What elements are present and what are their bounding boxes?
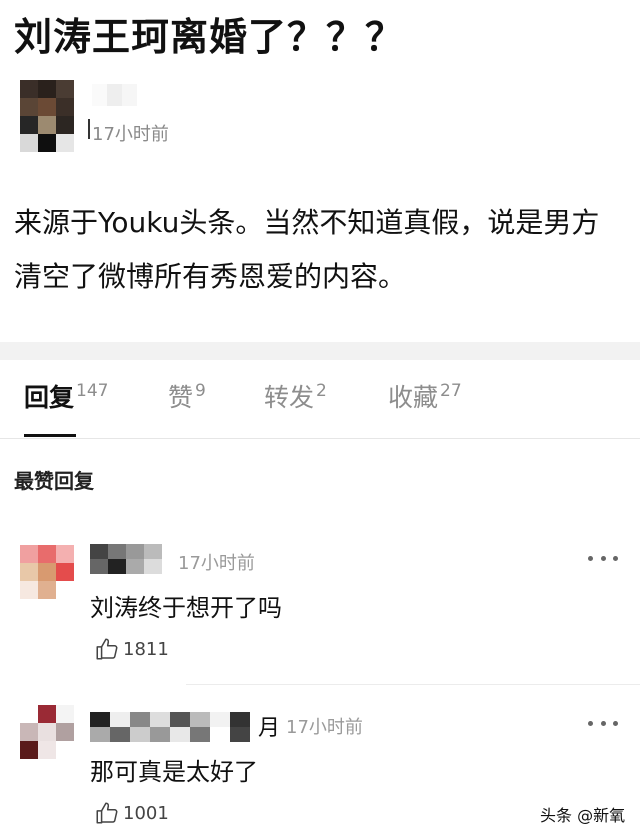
comment-text: 那可真是太好了 — [90, 758, 258, 786]
tab-label: 收藏 — [388, 383, 439, 412]
watermark: 头条 @新氧 — [540, 806, 626, 825]
like-button[interactable]: 1001 — [94, 800, 169, 826]
tab-reposts[interactable]: 转发 2 — [264, 378, 327, 414]
more-dots-icon[interactable] — [588, 553, 618, 563]
thumbs-up-icon — [96, 638, 118, 660]
more-dots-icon[interactable] — [588, 718, 618, 728]
tab-label: 赞 — [168, 383, 194, 412]
like-count: 1001 — [123, 802, 169, 824]
tab-divider — [0, 438, 640, 439]
tab-bar: 回复 147 赞9 转发 2 收藏 27 — [0, 378, 640, 438]
tab-count: 9 — [195, 381, 206, 401]
comment-divider — [186, 684, 640, 685]
post-title: 刘涛王珂离婚了？？？ — [14, 15, 405, 59]
comment-text: 刘涛终于想开了吗 — [90, 594, 282, 622]
author-name-redacted[interactable] — [92, 84, 152, 106]
post-time: 17小时前 — [92, 124, 169, 145]
commenter-name-redacted[interactable] — [90, 544, 162, 574]
commenter-name-redacted[interactable] — [90, 712, 250, 742]
comment-time: 17小时前 — [286, 717, 363, 738]
section-divider — [0, 342, 640, 360]
like-count: 1811 — [123, 638, 169, 660]
commenter-avatar[interactable] — [20, 545, 74, 599]
like-button[interactable]: 1811 — [94, 636, 169, 662]
tab-replies[interactable]: 回复 147 — [24, 378, 108, 414]
author-avatar[interactable] — [20, 80, 74, 152]
tab-count: 27 — [440, 381, 462, 401]
tab-count: 147 — [76, 381, 109, 401]
thumbs-up-icon — [96, 802, 118, 824]
post-body: 来源于Youku头条。当然不知道真假，说是男方清空了微博所有秀恩爱的内容。 — [14, 206, 600, 293]
tab-favorites[interactable]: 收藏 27 — [388, 378, 462, 414]
tab-label: 回复 — [24, 383, 75, 412]
active-tab-indicator — [24, 434, 76, 437]
tab-likes[interactable]: 赞9 — [168, 378, 206, 414]
tab-label: 转发 — [264, 383, 315, 412]
comment-time: 17小时前 — [178, 553, 255, 574]
commenter-name-tail: 月 — [258, 716, 281, 741]
time-marker — [88, 119, 90, 139]
commenter-avatar[interactable] — [20, 705, 74, 759]
tab-count: 2 — [316, 381, 327, 401]
top-replies-label: 最赞回复 — [14, 469, 94, 493]
